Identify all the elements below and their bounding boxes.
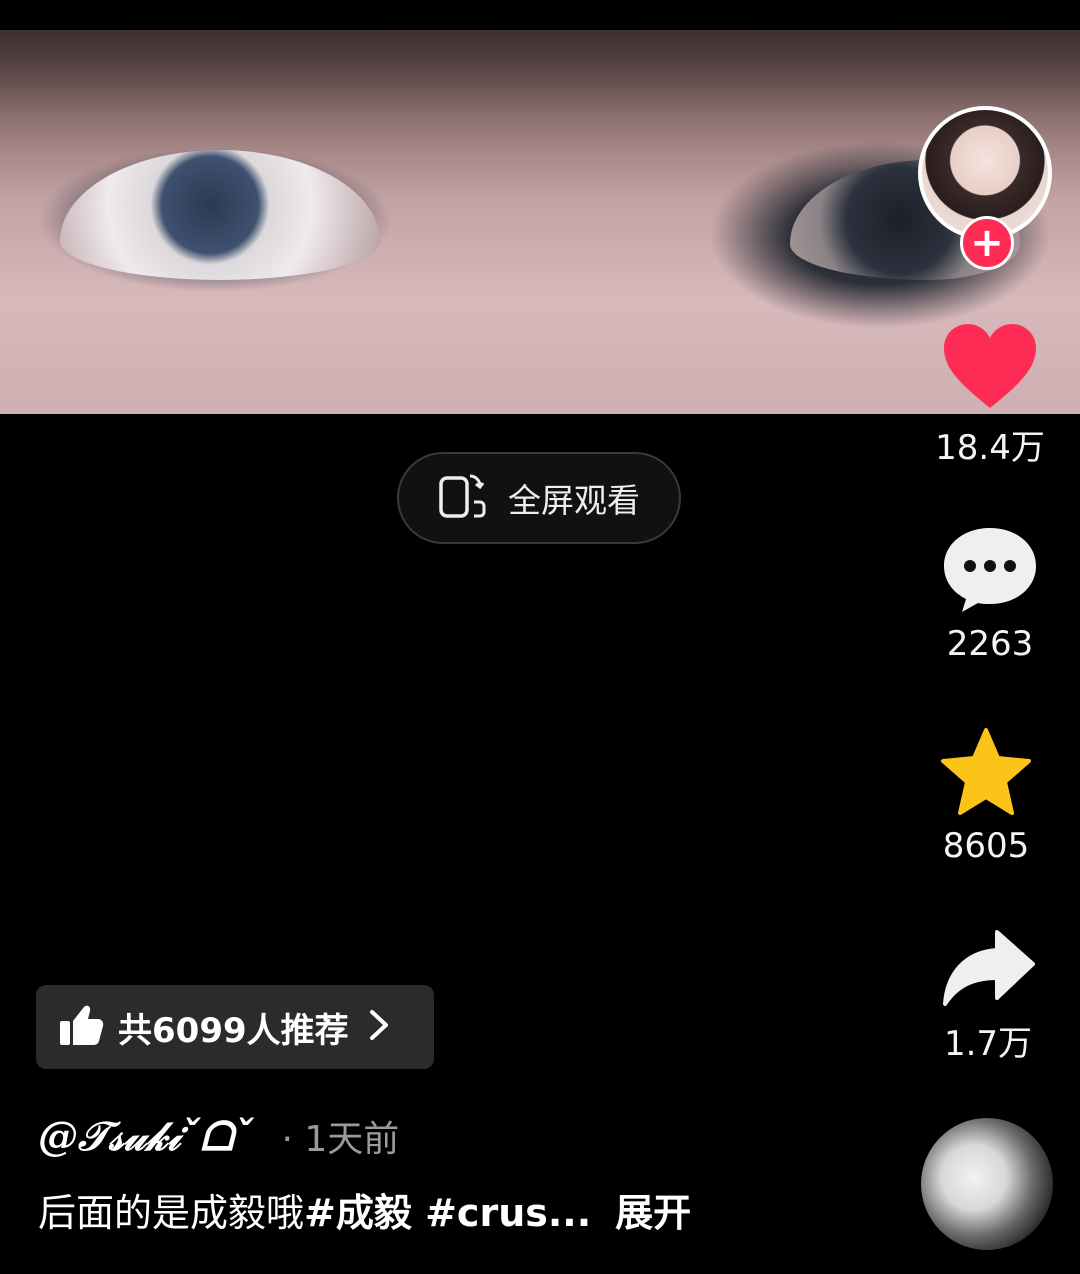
favorite-action[interactable]: 8605 — [916, 726, 1056, 866]
post-time: · 1天前 — [281, 1119, 400, 1160]
favorite-count: 8605 — [942, 826, 1030, 866]
recommend-banner[interactable]: 共6099人推荐 — [36, 985, 434, 1069]
music-disc-icon[interactable] — [921, 1118, 1053, 1250]
star-icon — [938, 726, 1034, 822]
fullscreen-button[interactable]: 全屏观看 — [397, 452, 681, 544]
video-eye-left — [60, 150, 380, 280]
chevron-right-icon — [367, 1008, 391, 1046]
author-name[interactable]: @𝒯𝓈𝓊𝓀𝒾ˇᗝˇ — [38, 1113, 253, 1160]
post-caption[interactable]: 后面的是成毅哦#成毅 #crus... 展开 — [38, 1182, 878, 1237]
comment-action[interactable]: 2263 — [920, 522, 1060, 664]
comment-bubble-icon — [940, 522, 1040, 620]
rotate-phone-icon — [438, 472, 490, 524]
video-hair-overlay — [0, 30, 1080, 150]
thumbs-up-icon — [58, 1003, 104, 1051]
like-action[interactable]: 18.4万 — [920, 320, 1060, 469]
author-line: @𝒯𝓈𝓊𝓀𝒾ˇᗝˇ · 1天前 — [38, 1106, 399, 1166]
share-count: 1.7万 — [943, 1024, 1033, 1064]
expand-link[interactable]: 展开 — [615, 1191, 691, 1235]
video-frame[interactable] — [0, 30, 1080, 414]
heart-icon — [940, 320, 1040, 416]
like-count: 18.4万 — [935, 428, 1045, 468]
caption-text: 后面的是成毅哦 — [38, 1191, 305, 1235]
share-action[interactable]: 1.7万 — [918, 928, 1058, 1065]
comment-count: 2263 — [946, 624, 1034, 664]
share-arrow-icon — [939, 928, 1037, 1012]
follow-button[interactable]: + — [960, 216, 1014, 270]
caption-tags[interactable]: #成毅 #crus... — [304, 1191, 591, 1235]
plus-icon: + — [970, 220, 1004, 266]
fullscreen-label: 全屏观看 — [508, 481, 640, 520]
recommend-label: 共6099人推荐 — [118, 1010, 349, 1051]
